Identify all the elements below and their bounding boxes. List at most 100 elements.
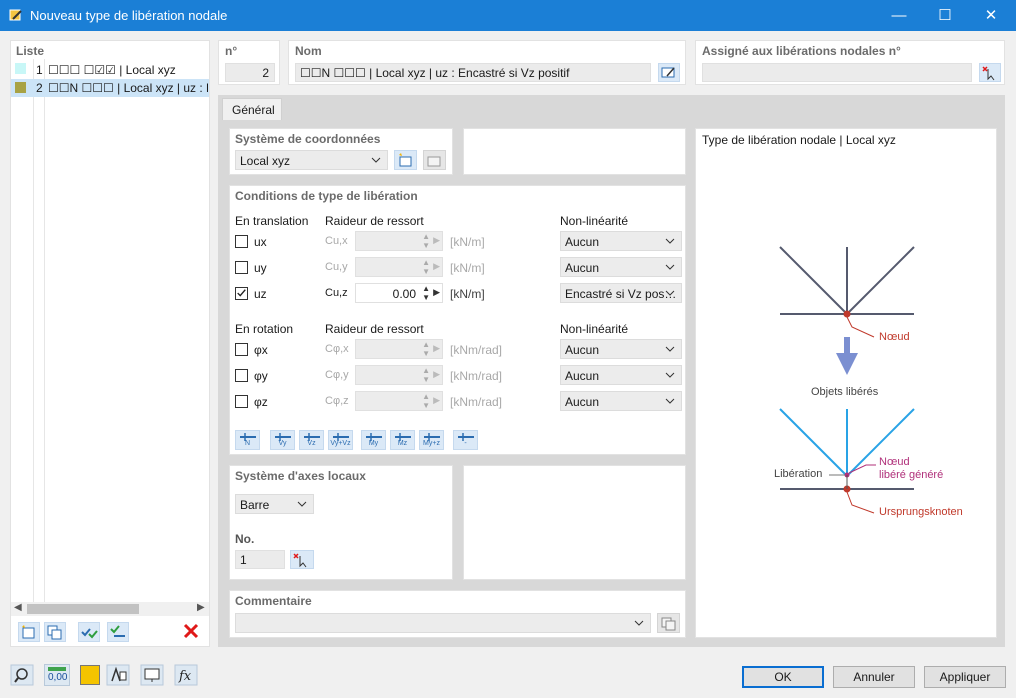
scroll-left-icon[interactable]: ◀ xyxy=(14,602,22,613)
spring-value-field[interactable]: 0.00 ▲ ▼ ▶ xyxy=(355,283,443,303)
expand-icon[interactable]: ▶ xyxy=(433,235,440,246)
ok-button[interactable]: OK xyxy=(742,666,824,688)
translation-checkbox[interactable] xyxy=(235,287,248,300)
edit-coord-system-button[interactable] xyxy=(423,150,446,170)
spinner-icon[interactable]: ▲ ▼ xyxy=(422,258,430,276)
apply-button[interactable]: Appliquer xyxy=(924,666,1006,688)
maximize-button[interactable]: ☐ xyxy=(922,0,968,31)
expand-icon[interactable]: ▶ xyxy=(433,343,440,354)
generated-node-label-line2: libéré généré xyxy=(879,469,944,481)
close-window-button[interactable]: ✕ xyxy=(968,0,1014,31)
release-preset-label: My+z xyxy=(423,440,440,447)
display-properties-button[interactable] xyxy=(106,664,130,686)
release-preset-button[interactable]: Vy xyxy=(270,430,295,450)
spinner-icon[interactable]: ▲ ▼ xyxy=(422,366,430,384)
spring-value-field[interactable]: ▲ ▼ ▶ xyxy=(355,257,443,277)
member-line xyxy=(779,246,848,315)
rotation-label: En rotation xyxy=(235,322,294,336)
nonlinearity-label-rotation: Non-linéarité xyxy=(560,322,629,336)
node-label: Nœud xyxy=(879,331,910,343)
formula-icon: fx xyxy=(174,664,198,686)
cancel-button[interactable]: Annuler xyxy=(833,666,915,688)
expand-icon[interactable]: ▶ xyxy=(433,261,440,272)
local-axes-no-field[interactable]: 1 xyxy=(235,550,285,569)
number-value: 2 xyxy=(262,66,269,80)
help-search-button[interactable] xyxy=(10,664,34,686)
title-bar: Nouveau type de libération nodale — ☐ ✕ xyxy=(0,0,1016,31)
view-button[interactable] xyxy=(140,664,164,686)
nonlinearity-select[interactable]: Aucun xyxy=(560,257,682,277)
spring-symbol: Cu,x xyxy=(325,235,348,247)
unit-label: [kNm/rad] xyxy=(450,369,503,383)
assigned-panel: Assigné aux libérations nodales n° xyxy=(695,40,1005,85)
nonlinearity-value: Aucun xyxy=(565,235,600,249)
scroll-right-icon[interactable]: ▶ xyxy=(197,602,205,613)
list-scrollbar[interactable]: ◀ ▶ xyxy=(11,602,209,616)
scrollbar-thumb[interactable] xyxy=(27,604,139,614)
expand-icon[interactable]: ▶ xyxy=(433,287,440,298)
spinner-icon[interactable]: ▲ ▼ xyxy=(422,392,430,410)
comment-field[interactable] xyxy=(235,613,651,633)
nonlinearity-select[interactable]: Encastré si Vz pos… xyxy=(560,283,682,303)
name-panel: Nom ☐☐N ☐☐☐ | Local xyz | uz : Encastré … xyxy=(288,40,686,85)
spring-value-field[interactable]: ▲ ▼ ▶ xyxy=(355,365,443,385)
check-used-button[interactable] xyxy=(107,622,129,642)
spring-value-field[interactable]: ▲ ▼ ▶ xyxy=(355,231,443,251)
spinner-icon[interactable]: ▲ ▼ xyxy=(422,232,430,250)
spring-value-field[interactable]: ▲ ▼ ▶ xyxy=(355,339,443,359)
expand-icon[interactable]: ▶ xyxy=(433,395,440,406)
list-item[interactable]: 1 ☐☐☐ ☐☑☑ | Local xyz xyxy=(11,61,209,79)
formula-button[interactable]: fx xyxy=(174,664,198,686)
release-preset-button[interactable]: N xyxy=(235,430,260,450)
color-button[interactable] xyxy=(80,665,100,685)
nonlinearity-select[interactable]: Aucun xyxy=(560,391,682,411)
list-item-selected[interactable]: 2 ☐☐N ☐☐☐ | Local xyz | uz : En xyxy=(11,79,209,97)
tab-general[interactable]: Général xyxy=(222,98,282,120)
copy-item-button[interactable] xyxy=(44,622,66,642)
comment-library-button[interactable] xyxy=(657,613,680,633)
copy-icon xyxy=(47,625,62,640)
translation-checkbox[interactable] xyxy=(235,261,248,274)
release-preset-button[interactable]: Vy+Vz xyxy=(328,430,353,450)
minimize-button[interactable]: — xyxy=(876,0,922,31)
rotation-row: φx Cφ,x ▲ ▼ ▶ [kNm/rad] Aucun xyxy=(230,339,685,361)
new-coord-system-button[interactable] xyxy=(394,150,417,170)
release-preset-button[interactable]: - xyxy=(453,430,478,450)
local-axes-type-select[interactable]: Barre xyxy=(235,494,314,514)
spring-value-field[interactable]: ▲ ▼ ▶ xyxy=(355,391,443,411)
number-field[interactable]: 2 xyxy=(225,63,275,82)
nonlinearity-select[interactable]: Aucun xyxy=(560,231,682,251)
spinner-icon[interactable]: ▲ ▼ xyxy=(422,284,430,302)
coord-system-select[interactable]: Local xyz xyxy=(235,150,388,170)
release-preset-button[interactable]: My+z xyxy=(419,430,444,450)
edit-name-button[interactable] xyxy=(658,63,680,82)
release-preset-button[interactable]: Vz xyxy=(299,430,324,450)
pick-cursor-icon xyxy=(982,66,995,81)
rotation-checkbox[interactable] xyxy=(235,395,248,408)
translation-checkbox[interactable] xyxy=(235,235,248,248)
chevron-down-icon xyxy=(665,398,675,404)
release-preset-button[interactable]: My xyxy=(361,430,386,450)
units-badge: 0,00 xyxy=(48,672,68,683)
pick-nodes-button[interactable] xyxy=(979,63,1001,82)
spinner-icon[interactable]: ▲ ▼ xyxy=(422,340,430,358)
units-button[interactable]: 0,00 xyxy=(44,664,70,686)
chevron-down-icon xyxy=(371,157,381,163)
check-all-button[interactable] xyxy=(78,622,100,642)
translation-label: En translation xyxy=(235,214,309,228)
name-field[interactable]: ☐☐N ☐☐☐ | Local xyz | uz : Encastré si V… xyxy=(295,63,651,82)
origin-node-leader-line xyxy=(846,491,875,514)
dof-label: uy xyxy=(254,261,267,275)
rotation-checkbox[interactable] xyxy=(235,369,248,382)
delete-button[interactable] xyxy=(181,622,203,642)
nonlinearity-select[interactable]: Aucun xyxy=(560,339,682,359)
expand-icon[interactable]: ▶ xyxy=(433,369,440,380)
node-leader-line xyxy=(846,316,875,338)
pick-member-button[interactable] xyxy=(290,550,314,569)
new-item-button[interactable] xyxy=(18,622,40,642)
rotation-checkbox[interactable] xyxy=(235,343,248,356)
nonlinearity-select[interactable]: Aucun xyxy=(560,365,682,385)
release-preset-button[interactable]: Mz xyxy=(390,430,415,450)
assigned-field[interactable] xyxy=(702,63,972,82)
monitor-icon xyxy=(140,664,164,686)
